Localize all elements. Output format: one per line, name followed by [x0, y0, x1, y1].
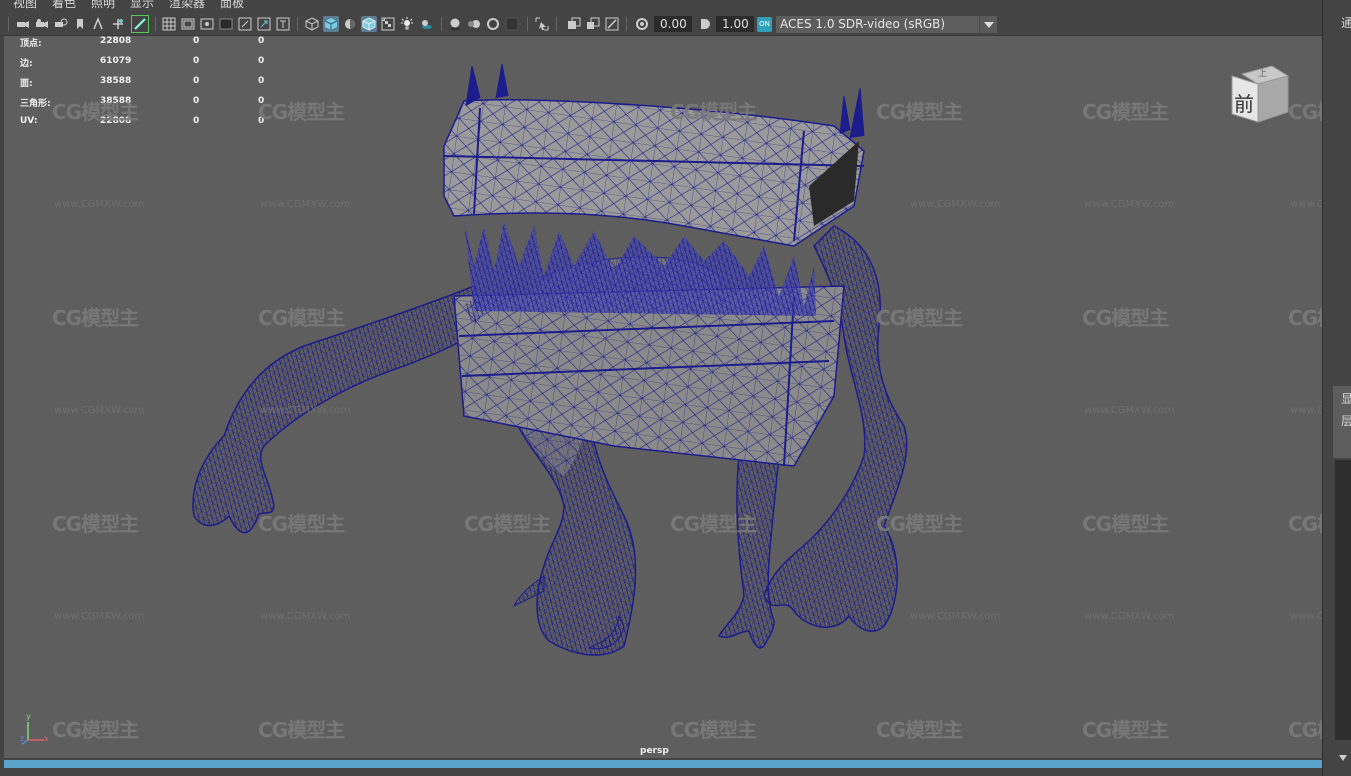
scroll-down-icon[interactable]	[1338, 748, 1348, 761]
viewport-persp[interactable]: 顶点: 22808 0 0 边: 61079 0 0 面: 38588 0 0 …	[4, 36, 1322, 758]
axis-z-label: z	[20, 734, 25, 743]
layers-tab[interactable]: 层	[1341, 412, 1351, 429]
back-leg-mesh	[717, 455, 780, 649]
toolbar-separator	[441, 17, 442, 31]
select-camera-icon[interactable]	[15, 16, 31, 32]
xray-active-components-icon[interactable]	[585, 16, 601, 32]
camera-name-label: persp	[640, 746, 669, 756]
toolbar-separator	[297, 17, 298, 31]
view-transform-value: ACES 1.0 SDR-video (sRGB)	[780, 17, 946, 31]
gate-mask-icon[interactable]	[218, 16, 234, 32]
axis-x-label: x	[44, 734, 49, 743]
grease-pencil-icon[interactable]	[110, 16, 126, 32]
view-transform-dropdown[interactable]: ACES 1.0 SDR-video (sRGB)	[776, 16, 997, 33]
menu-show[interactable]: 显示	[130, 0, 154, 11]
toolbar-separator	[556, 17, 557, 31]
multisample-aa-icon[interactable]	[485, 16, 501, 32]
image-plane-icon[interactable]	[72, 16, 88, 32]
chevron-down-icon[interactable]	[979, 16, 997, 33]
menu-view[interactable]: 视图	[13, 0, 37, 11]
motion-blur-icon[interactable]	[466, 16, 482, 32]
view-cube[interactable]: 上 前	[1230, 62, 1292, 126]
menu-bar: 视图 着色 照明 显示 渲染器 面板	[0, 0, 1322, 12]
safe-title-icon[interactable]	[275, 16, 291, 32]
textured-icon[interactable]	[380, 16, 396, 32]
smooth-shade-icon[interactable]	[323, 16, 339, 32]
shadows-icon[interactable]	[418, 16, 434, 32]
exposure-field[interactable]: 0.00	[654, 16, 692, 32]
toolbar-separator	[527, 17, 528, 31]
viewcube-top-label[interactable]: 上	[1258, 66, 1267, 79]
layer-list-scrollbar[interactable]	[1335, 460, 1351, 740]
use-all-lights-icon[interactable]	[399, 16, 415, 32]
toolbar-separator	[8, 17, 9, 31]
axis-gizmo: y x z	[20, 712, 50, 746]
gamma-field[interactable]: 1.00	[716, 16, 754, 32]
panel-toolbar: 0.00 1.00 ON ACES 1.0 SDR-video (sRGB)	[0, 12, 1322, 36]
menu-shading[interactable]: 着色	[52, 0, 76, 11]
menu-panels[interactable]: 面板	[220, 0, 244, 11]
default-material-icon[interactable]	[342, 16, 358, 32]
screen-space-ao-icon[interactable]	[447, 16, 463, 32]
status-bar	[0, 758, 1330, 776]
wireframe-on-shaded-icon[interactable]	[131, 15, 149, 33]
menu-renderer[interactable]: 渲染器	[169, 0, 205, 11]
xray-icon[interactable]	[566, 16, 582, 32]
safe-action-icon[interactable]	[256, 16, 272, 32]
grid-icon[interactable]	[161, 16, 177, 32]
channel-box-tab[interactable]: 通	[1341, 14, 1351, 31]
right-side-panel: 通 显 层	[1322, 0, 1351, 776]
2d-pan-zoom-icon[interactable]	[90, 16, 106, 32]
mimic-model-wireframe[interactable]	[4, 36, 1322, 758]
gamma-icon[interactable]	[697, 16, 713, 32]
active-panel-bar	[4, 760, 1324, 768]
xray-joints-icon[interactable]	[604, 16, 620, 32]
viewcube-front-label[interactable]: 前	[1234, 88, 1254, 117]
isolate-select-icon[interactable]	[534, 16, 550, 32]
display-layer-tab[interactable]: 显	[1341, 390, 1351, 407]
resolution-gate-icon[interactable]	[199, 16, 215, 32]
field-chart-icon[interactable]	[237, 16, 253, 32]
depth-of-field-icon[interactable]	[504, 16, 520, 32]
wireframe-on-shaded-toggle-icon[interactable]	[361, 16, 377, 32]
color-management-toggle-icon[interactable]: ON	[757, 17, 772, 32]
chest-lid-mesh	[443, 63, 865, 247]
film-gate-icon[interactable]	[180, 16, 196, 32]
toolbar-separator	[155, 17, 156, 31]
axis-y-label: y	[26, 712, 31, 721]
exposure-icon[interactable]	[634, 16, 650, 32]
toolbar-separator	[626, 17, 627, 31]
camera-attributes-icon[interactable]	[34, 16, 50, 32]
bookmarks-icon[interactable]	[53, 16, 69, 32]
menu-lighting[interactable]: 照明	[91, 0, 115, 11]
wireframe-icon[interactable]	[304, 16, 320, 32]
